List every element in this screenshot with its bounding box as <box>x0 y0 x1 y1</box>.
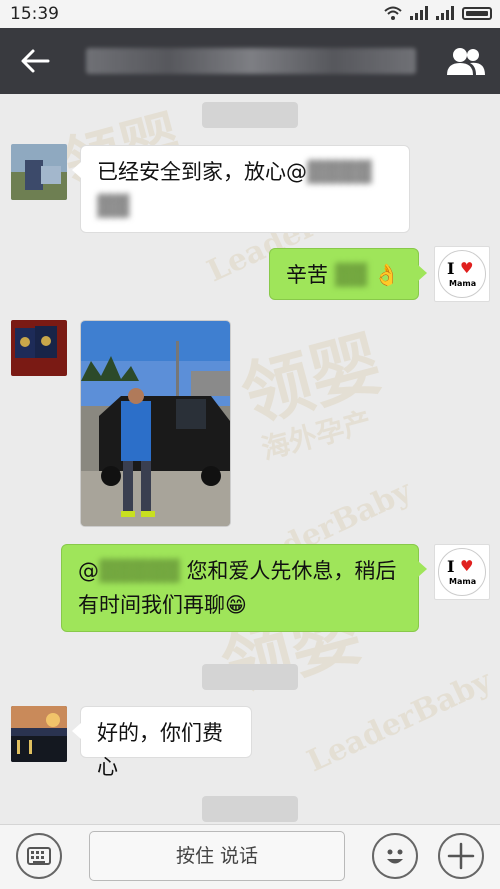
message-bubble-3[interactable]: 好的，你们费心 <box>72 706 252 779</box>
my-avatar-2[interactable]: I ♥ Mama <box>434 544 490 600</box>
avatar-letter-2: I <box>447 557 455 576</box>
timestamp-3 <box>202 796 298 822</box>
avatar-word-2: Mama <box>449 577 477 586</box>
car-photo <box>81 321 230 526</box>
avatar-word: Mama <box>449 279 477 288</box>
message-mention: @ <box>78 559 99 583</box>
message-bubble-self-2[interactable]: @▓▓▓▓▓ 您和爱人先休息，稍后有时间我们再聊😁 <box>61 544 427 632</box>
heart-icon-2: ♥ <box>460 557 474 575</box>
title-bar <box>0 28 500 94</box>
contact-avatar-image <box>11 144 67 200</box>
watermark-3: 海外孕产 <box>257 400 376 468</box>
message-image[interactable] <box>80 320 231 527</box>
back-arrow-icon[interactable] <box>18 46 52 76</box>
message-text: 辛苦 <box>286 263 328 287</box>
battery-icon <box>462 6 492 20</box>
ok-hand-emoji: 👌 <box>373 263 400 287</box>
sunset-avatar-image <box>11 706 67 762</box>
message-bubble-self[interactable]: 辛苦 ▓▓ 👌 <box>269 248 427 300</box>
watermark-brand-3: LeaderBaby <box>302 664 497 780</box>
grin-emoji: 😁 <box>225 593 247 617</box>
my-avatar[interactable]: I ♥ Mama <box>434 246 490 302</box>
watermark-text-2: 领婴 <box>232 321 390 438</box>
mention-name-blurred: ▓▓▓▓▓ <box>99 559 180 583</box>
chat-title <box>86 48 416 74</box>
plus-button[interactable] <box>438 833 484 879</box>
mention-name-blurred-2: ▓▓ <box>97 194 130 218</box>
status-icons <box>384 6 492 20</box>
message-text: 已经安全到家，放心@ <box>97 160 307 184</box>
chat-area[interactable]: 领婴 LeaderBaby 领婴 海外孕产 LeaderBaby 领婴 Lead… <box>0 94 500 824</box>
group-members-icon[interactable] <box>446 44 486 78</box>
name-blurred: ▓▓ <box>334 263 367 287</box>
hold-to-talk-button[interactable]: 按住 说话 <box>89 831 345 881</box>
avatar-letter: I <box>447 259 455 278</box>
input-bar: 按住 说话 <box>0 824 500 889</box>
contact-avatar-2[interactable] <box>11 320 67 376</box>
signal-icon-2 <box>436 6 454 20</box>
watermark-text-3: 海外孕产 <box>258 405 375 466</box>
watermark-brand-text-3: LeaderBaby <box>301 663 497 780</box>
message-text: 好的，你们费心 <box>97 721 223 779</box>
keyboard-button[interactable] <box>16 833 62 879</box>
message-bubble[interactable]: 已经安全到家，放心@▓▓▓▓ ▓▓ <box>72 145 410 233</box>
passport-avatar-image <box>11 320 67 376</box>
mention-name-blurred: ▓▓▓▓ <box>307 160 372 184</box>
timestamp <box>202 102 298 128</box>
watermark-2: 领婴 <box>229 308 390 442</box>
status-time: 15:39 <box>10 4 59 24</box>
emoji-icon <box>387 849 403 864</box>
heart-icon: ♥ <box>460 259 474 277</box>
signal-icon <box>410 6 428 20</box>
emoji-button[interactable] <box>372 833 418 879</box>
keyboard-icon <box>27 847 51 865</box>
contact-avatar-3[interactable] <box>11 706 67 762</box>
timestamp-2 <box>202 664 298 690</box>
wifi-icon <box>384 6 402 20</box>
status-bar: 15:39 <box>0 0 500 28</box>
hold-to-talk-label: 按住 说话 <box>175 845 259 867</box>
plus-icon <box>447 842 475 870</box>
contact-avatar[interactable] <box>11 144 67 200</box>
